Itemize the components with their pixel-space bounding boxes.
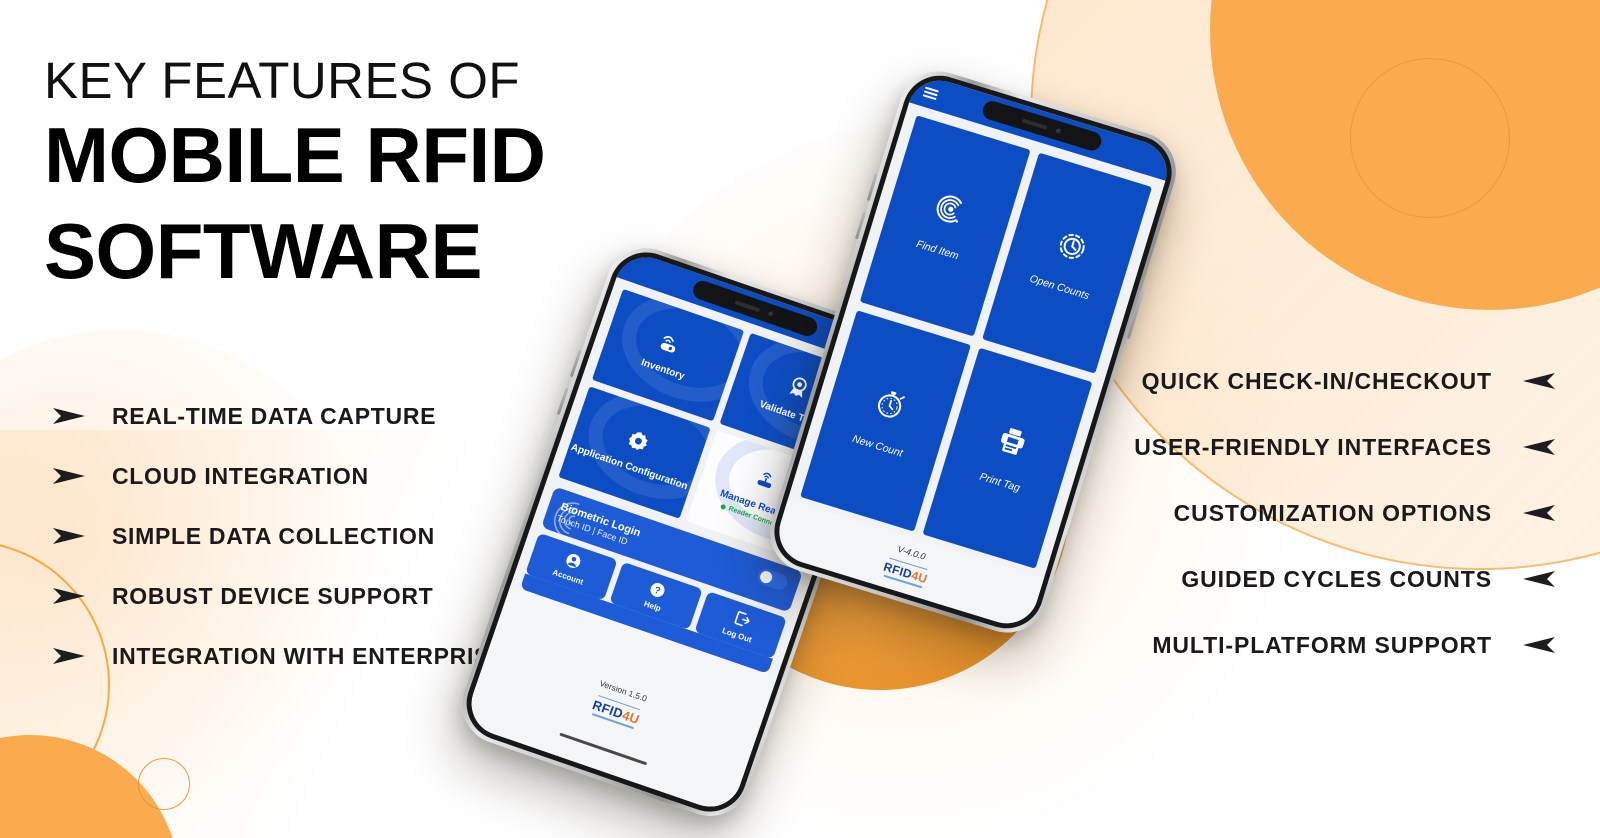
tile-label: Open Counts	[1027, 273, 1091, 303]
front-camera-icon	[1055, 127, 1063, 135]
help-circle-icon: ?	[650, 583, 665, 597]
right-feature-list: QUICK CHECK-IN/CHECKOUT USER-FRIENDLY IN…	[1134, 348, 1556, 678]
stopwatch-icon	[878, 391, 905, 419]
logout-icon	[734, 611, 750, 627]
reader-antenna-icon	[757, 472, 772, 489]
user-circle-icon	[566, 554, 581, 569]
arrow-left-icon	[1523, 571, 1555, 587]
arrow-right-icon	[53, 588, 85, 604]
list-item-label: ROBUST DEVICE SUPPORT	[112, 582, 434, 609]
headline-line-1: KEY FEATURES OF	[44, 52, 521, 109]
list-item: QUICK CHECK-IN/CHECKOUT	[1134, 348, 1556, 414]
rfid-tag-signal-icon	[660, 336, 675, 353]
printer-icon	[1000, 428, 1025, 456]
list-item-label: REAL-TIME DATA CAPTURE	[112, 402, 437, 429]
tile-label: New Count	[850, 433, 904, 460]
arrow-left-icon	[1523, 505, 1555, 521]
arrow-left-icon	[1523, 373, 1555, 389]
clock-dashed-icon	[1059, 234, 1085, 260]
speaker-icon	[1021, 117, 1048, 130]
list-item: MULTI-PLATFORM SUPPORT	[1134, 612, 1556, 678]
headline-line-3: SOFTWARE	[44, 207, 483, 296]
tile-label: Find Item	[914, 238, 961, 263]
arrow-left-icon	[1523, 637, 1555, 653]
page-title: KEY FEATURES OF MOBILE RFID SOFTWARE	[44, 52, 546, 297]
list-item-label: GUIDED CYCLES COUNTS	[1181, 565, 1492, 592]
speaker-icon	[734, 299, 761, 313]
front-camera-icon	[767, 310, 776, 318]
list-item-label: CUSTOMIZATION OPTIONS	[1173, 499, 1492, 526]
arrow-right-icon	[53, 468, 85, 484]
version-label: V-4.0.0	[896, 543, 927, 562]
list-item-label: MULTI-PLATFORM SUPPORT	[1152, 631, 1492, 658]
hamburger-menu-icon[interactable]	[922, 86, 939, 101]
home-indicator	[559, 732, 648, 766]
list-item: GUIDED CYCLES COUNTS	[1134, 546, 1556, 612]
action-label: Help	[642, 599, 663, 614]
arrow-right-icon	[53, 648, 85, 664]
list-item-label: CLOUD INTEGRATION	[112, 462, 369, 489]
list-item-label: SIMPLE DATA COLLECTION	[112, 522, 435, 549]
list-item-label: USER-FRIENDLY INTERFACES	[1134, 433, 1492, 460]
list-item-label: QUICK CHECK-IN/CHECKOUT	[1141, 367, 1492, 394]
arrow-right-icon	[53, 408, 85, 424]
badge-check-icon	[789, 377, 807, 399]
headline-line-2: MOBILE RFID	[44, 111, 546, 200]
status-dot-icon	[720, 503, 727, 511]
arrow-left-icon	[1523, 439, 1555, 455]
list-item: CUSTOMIZATION OPTIONS	[1134, 480, 1556, 546]
list-item: USER-FRIENDLY INTERFACES	[1134, 414, 1556, 480]
tile-label: Application Configuration	[569, 442, 689, 493]
gear-icon	[628, 432, 648, 451]
radar-target-icon	[936, 196, 963, 224]
outline-ring-bottom-left	[138, 758, 190, 810]
logo-text-primary: RFID	[881, 559, 914, 582]
tile-label: Inventory	[639, 357, 686, 383]
outline-ring-top-right	[1350, 58, 1510, 218]
tile-label: Print Tag	[977, 471, 1022, 495]
arrow-right-icon	[53, 528, 85, 544]
